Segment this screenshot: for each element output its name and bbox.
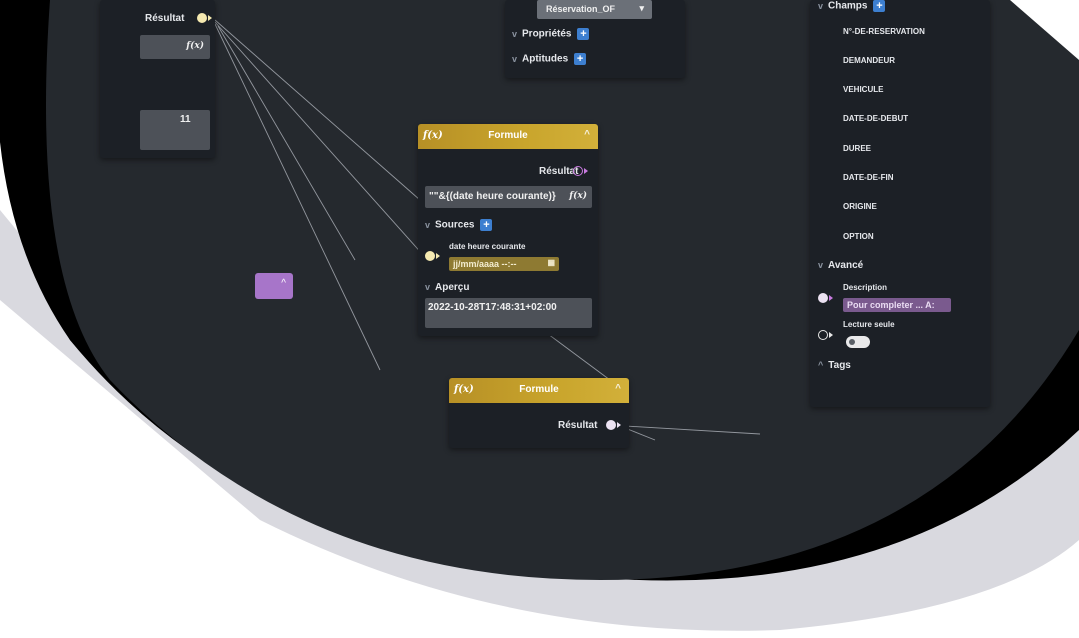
- chevron-down-icon: v: [818, 0, 824, 11]
- description-value: Pour completer ... A:: [847, 300, 935, 310]
- lecture-input-port[interactable]: [818, 330, 828, 340]
- result-node[interactable]: Résultat f(x) 11: [100, 0, 215, 158]
- calendar-icon[interactable]: ▦: [547, 258, 555, 267]
- source-date-input[interactable]: jj/mm/aaaa --:-- ▦: [449, 257, 559, 271]
- entity-node[interactable]: Réservation_OF ▾ v Propriétés + v Aptitudes…: [505, 0, 685, 78]
- chevron-down-icon: v: [818, 260, 824, 270]
- field-item[interactable]: OPTION: [843, 232, 874, 241]
- result-output-port[interactable]: [573, 166, 583, 176]
- field-item[interactable]: DEMANDEUR: [843, 56, 895, 65]
- lecture-label: Lecture seule: [843, 320, 895, 329]
- chevron-down-icon: v: [425, 282, 431, 292]
- fields-node[interactable]: v Champs + N°-DE-RESERVATION DEMANDEUR VEH…: [810, 0, 990, 407]
- result-formula-field[interactable]: f(x): [140, 35, 210, 59]
- tags-label: Tags: [828, 360, 851, 371]
- description-input[interactable]: Pour completer ... A:: [843, 298, 951, 312]
- field-item[interactable]: DATE-DE-FIN: [843, 173, 894, 182]
- fx-icon: f(x): [186, 41, 204, 51]
- entity-type-select[interactable]: Réservation_OF ▾: [537, 0, 652, 19]
- source-input-arrow: [436, 253, 440, 259]
- sources-row[interactable]: v Sources +: [425, 219, 492, 231]
- entity-type-value: Réservation_OF: [546, 4, 616, 14]
- description-input-port[interactable]: [818, 293, 828, 303]
- field-item[interactable]: DATE-DE-DEBUT: [843, 114, 908, 123]
- link-result-down-1: [215, 24, 380, 370]
- aptitudes-label: Aptitudes: [522, 53, 569, 65]
- add-aptitude-button[interactable]: +: [574, 53, 586, 65]
- result-label: Résultat: [145, 13, 185, 24]
- formula-title: Formule: [519, 384, 559, 395]
- source-input-port[interactable]: [425, 251, 435, 261]
- result-output-arrow: [584, 168, 588, 174]
- chevron-down-icon: v: [425, 219, 431, 230]
- lecture-seule-toggle[interactable]: [846, 336, 870, 348]
- add-field-button[interactable]: +: [873, 0, 885, 12]
- field-item[interactable]: ORIGINE: [843, 202, 877, 211]
- link-result-to-formula1: [215, 20, 420, 200]
- add-property-button[interactable]: +: [577, 28, 589, 40]
- chevron-up-icon[interactable]: ^: [615, 383, 621, 394]
- chevron-up-icon[interactable]: ^: [281, 278, 286, 289]
- champs-label: Champs: [828, 0, 868, 12]
- formula-input[interactable]: ""&{(date heure courante)} f(x): [425, 186, 592, 208]
- link-result-down-2: [218, 26, 355, 260]
- tags-row[interactable]: ^ Tags: [818, 360, 851, 371]
- aptitudes-row[interactable]: v Aptitudes +: [512, 53, 586, 65]
- formula-header[interactable]: f(x) Formule ^: [449, 378, 629, 403]
- chevron-up-icon[interactable]: ^: [584, 129, 590, 140]
- formula-header[interactable]: f(x) Formule ^: [418, 124, 598, 149]
- mauve-node-header[interactable]: ^: [255, 273, 293, 299]
- result-output-port[interactable]: [606, 420, 616, 430]
- apercu-value-field: 2022-10-28T17:48:31+02:00: [425, 298, 592, 328]
- result-value: 11: [180, 114, 191, 125]
- fx-icon: f(x): [569, 191, 587, 201]
- apercu-label: Aperçu: [435, 282, 470, 293]
- link-result-to-source: [215, 22, 424, 256]
- properties-row[interactable]: v Propriétés +: [512, 28, 589, 40]
- formula-node-1[interactable]: f(x) Formule ^ Résultat ""&{(date heure …: [418, 124, 598, 336]
- link-formula2-down: [625, 428, 655, 440]
- link-apercu-to-formula2: [548, 334, 610, 380]
- field-item[interactable]: DUREE: [843, 144, 871, 153]
- result-output-port[interactable]: [197, 13, 207, 23]
- sources-label: Sources: [435, 219, 475, 231]
- avance-row[interactable]: v Avancé: [818, 260, 863, 271]
- result-output-arrow: [617, 422, 621, 428]
- apercu-value: 2022-10-28T17:48:31+02:00: [428, 302, 557, 313]
- add-source-button[interactable]: +: [480, 219, 492, 231]
- formula-node-2[interactable]: f(x) Formule ^ Résultat: [449, 378, 629, 448]
- lecture-input-arrow: [829, 332, 833, 338]
- properties-label: Propriétés: [522, 28, 572, 40]
- result-label: Résultat: [558, 420, 598, 431]
- source-name: date heure courante: [449, 242, 526, 251]
- champs-row[interactable]: v Champs +: [818, 0, 885, 12]
- result-value-field[interactable]: 11: [140, 110, 210, 150]
- description-label: Description: [843, 283, 888, 292]
- chevron-down-icon: v: [512, 28, 518, 39]
- chevron-down-icon: ▾: [639, 3, 644, 13]
- chevron-down-icon: v: [512, 53, 518, 64]
- apercu-row[interactable]: v Aperçu: [425, 282, 469, 293]
- link-formula2-out: [625, 426, 760, 434]
- description-input-arrow: [829, 295, 833, 301]
- formula-value: ""&{(date heure courante)}: [429, 191, 556, 202]
- field-item[interactable]: VEHICULE: [843, 85, 883, 94]
- formula-title: Formule: [488, 130, 528, 141]
- avance-label: Avancé: [828, 260, 864, 271]
- result-output-arrow: [208, 15, 212, 21]
- source-placeholder: jj/mm/aaaa --:--: [453, 259, 517, 269]
- chevron-up-icon: ^: [818, 360, 824, 370]
- field-item[interactable]: N°-DE-RESERVATION: [843, 27, 925, 36]
